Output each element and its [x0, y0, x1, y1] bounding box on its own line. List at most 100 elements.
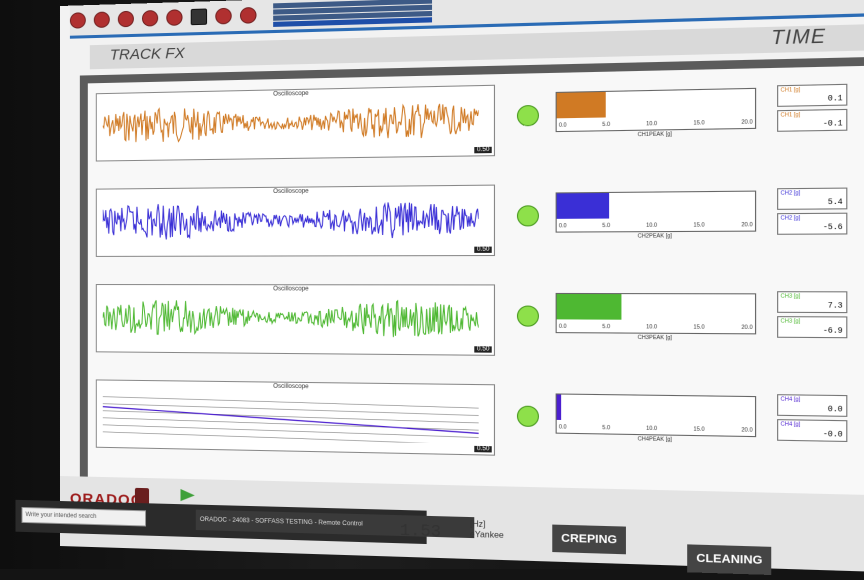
channels-panel: Oscilloscope 0.50 0.0 5.0 10.0 15.0 20.0 CH1PEA… — [80, 56, 864, 513]
stop-button[interactable] — [94, 11, 110, 28]
frequency-unit-text: [Hz] — [470, 519, 486, 529]
readout-value: -0.0 — [823, 431, 843, 440]
readout-box: CH3 [g] -6.9 — [777, 316, 847, 338]
meter-tick-label: 20.0 — [741, 427, 752, 434]
oscilloscope-panel: Oscilloscope 0.50 — [96, 284, 495, 356]
meter-label: CH3PEAK [g] — [638, 335, 672, 342]
waveform — [103, 194, 479, 246]
meter-tick-label: 0.0 — [559, 122, 567, 128]
search-input[interactable]: Write your intended search — [22, 507, 146, 527]
channel-row: Oscilloscope 0.50 0.0 5.0 10.0 15.0 20.0 CH3PEA… — [88, 284, 864, 373]
frequency-value: 1.53 — [400, 521, 441, 541]
oscilloscope-panel: Oscilloscope 0.50 — [96, 85, 495, 162]
pause-button[interactable] — [118, 11, 134, 28]
peak-meter-fill — [557, 92, 606, 118]
readout-box: CH4 [g] -0.0 — [777, 419, 847, 442]
scope-range-button[interactable]: 0.50 — [475, 147, 492, 154]
meter-tick-label: 20.0 — [741, 222, 752, 229]
status-led — [517, 205, 539, 226]
meter-tick-label: 10.0 — [646, 223, 657, 229]
cleaning-button[interactable]: CLEANING — [687, 544, 772, 575]
waveform — [103, 293, 479, 344]
peak-meter-fill — [557, 294, 621, 320]
peak-meter: 0.0 5.0 10.0 15.0 20.0 CH3PEAK [g] — [556, 293, 757, 334]
play-button[interactable] — [142, 10, 158, 27]
scope-range-button[interactable]: 0.50 — [475, 346, 492, 352]
meter-tick-label: 10.0 — [646, 121, 657, 128]
waveform — [103, 389, 479, 444]
creping-button[interactable]: CREPING — [552, 525, 626, 555]
peak-meter-fill — [557, 193, 610, 219]
readout-value: 0.0 — [828, 406, 843, 415]
flag-icon[interactable] — [181, 489, 195, 502]
oscilloscope-panel: Oscilloscope 0.50 — [96, 185, 495, 257]
meter-tick-label: 5.0 — [602, 324, 610, 330]
readout-value: 0.1 — [828, 95, 843, 104]
meter-tick-label: 5.0 — [602, 223, 610, 229]
readout-box: CH1 [g] 0.1 — [777, 84, 847, 107]
status-led — [517, 305, 539, 326]
channel-row: Oscilloscope 0.50 0.0 5.0 10.0 15.0 20.0 CH4PEA… — [88, 379, 864, 477]
meter-tick-label: 0.0 — [559, 324, 567, 330]
channel-row: Oscilloscope 0.50 0.0 5.0 10.0 15.0 20.0 CH2PEA… — [88, 180, 864, 268]
record-button[interactable] — [70, 12, 86, 29]
meter-label: CH4PEAK [g] — [638, 436, 672, 443]
meter-tick-label: 20.0 — [741, 325, 752, 332]
readout-value: 7.3 — [828, 302, 843, 311]
readout-box: CH2 [g] -5.6 — [777, 213, 847, 235]
meter-tick-label: 0.0 — [559, 424, 567, 430]
peak-meter-fill — [557, 395, 561, 420]
meter-tick-label: 10.0 — [646, 324, 657, 330]
meter-label: CH2PEAK [g] — [638, 233, 672, 240]
readout-name: CH2 [g] — [781, 190, 801, 197]
scope-range-button[interactable]: 0.50 — [475, 247, 492, 253]
readout-box: CH3 [g] 7.3 — [777, 291, 847, 313]
value-readouts: CH3 [g] 7.3 CH3 [g] -6.9 — [777, 291, 847, 341]
oscilloscope-panel: Oscilloscope 0.50 — [96, 379, 495, 455]
frequency-source: eYankee — [470, 530, 504, 540]
peak-meter: 0.0 5.0 10.0 15.0 20.0 CH2PEAK [g] — [556, 191, 757, 233]
readout-value: -5.6 — [823, 224, 843, 233]
readout-value: -0.1 — [823, 120, 843, 129]
readout-name: CH3 [g] — [781, 293, 801, 300]
meter-tick-label: 15.0 — [694, 120, 705, 127]
waveform — [103, 95, 479, 151]
meter-tick-label: 15.0 — [694, 222, 705, 229]
meter-tick-label: 0.0 — [559, 223, 567, 229]
alarm-button[interactable] — [215, 8, 231, 25]
peak-meter: 0.0 5.0 10.0 15.0 20.0 CH1PEAK [g] — [556, 88, 757, 132]
scope-range-button[interactable]: 0.50 — [475, 446, 492, 453]
readout-value: -6.9 — [823, 327, 843, 336]
value-readouts: CH4 [g] 0.0 CH4 [g] -0.0 — [777, 394, 847, 445]
readout-box: CH1 [g] -0.1 — [777, 109, 847, 132]
oscilloscope-title: Oscilloscope — [97, 286, 494, 293]
status-led — [517, 406, 539, 427]
value-readouts: CH1 [g] 0.1 CH1 [g] -0.1 — [777, 84, 847, 135]
power-button[interactable] — [240, 7, 257, 24]
meter-tick-label: 5.0 — [602, 425, 610, 432]
meter-ticks: 0.0 5.0 10.0 15.0 20.0 — [557, 222, 755, 230]
meter-ticks: 0.0 5.0 10.0 15.0 20.0 — [557, 324, 755, 332]
readout-name: CH4 [g] — [781, 421, 801, 428]
readout-box: CH4 [g] 0.0 — [777, 394, 847, 417]
meter-tick-label: 15.0 — [694, 324, 705, 331]
readout-name: CH4 [g] — [781, 396, 801, 403]
frequency-unit: [Hz] eYankee — [470, 519, 504, 541]
app-screen: TRACK FX TIME Oscilloscope 0.50 0.0 5.0 10.0… — [60, 0, 864, 573]
message-log — [273, 0, 432, 26]
settings-button[interactable] — [166, 9, 182, 26]
monitor-button[interactable] — [191, 8, 207, 25]
readout-box: CH2 [g] 5.4 — [777, 188, 847, 210]
readout-name: CH1 [g] — [781, 87, 801, 94]
meter-tick-label: 5.0 — [602, 122, 610, 129]
readout-value: 5.4 — [828, 198, 843, 207]
meter-tick-label: 15.0 — [694, 426, 705, 433]
meter-ticks: 0.0 5.0 10.0 15.0 20.0 — [557, 424, 755, 434]
peak-meter: 0.0 5.0 10.0 15.0 20.0 CH4PEAK [g] — [556, 393, 757, 437]
view-mode-title: TIME — [771, 25, 826, 49]
readout-name: CH2 [g] — [781, 215, 801, 222]
meter-label: CH1PEAK [g] — [638, 131, 672, 138]
readout-name: CH1 [g] — [781, 112, 801, 119]
status-led — [517, 105, 539, 126]
meter-tick-label: 10.0 — [646, 426, 657, 433]
